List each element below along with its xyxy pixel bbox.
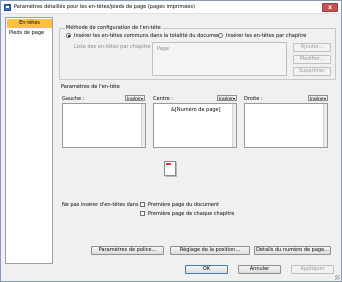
sidebar-item-footers[interactable]: Pieds de page (7, 29, 52, 38)
apply-button[interactable]: Appliquer (291, 265, 334, 274)
position-adjust-button[interactable]: Réglage de la position... (170, 246, 250, 255)
chapter-list[interactable]: Page (152, 42, 287, 76)
left-header-field[interactable] (62, 103, 146, 148)
center-header-text: &[Numéro de page] (171, 107, 221, 113)
close-icon: x (328, 4, 332, 11)
cancel-button[interactable]: Annuler (238, 265, 281, 274)
first-page-chapter-label: Première page de chaque chapitre (148, 211, 235, 217)
insert-left-button[interactable]: Insérer▾ (125, 95, 145, 101)
chapter-list-label: Liste des en-têtes par chapitre : (74, 44, 154, 50)
add-button[interactable]: Ajouter... (293, 43, 331, 52)
center-scrollbar[interactable] (232, 104, 236, 147)
dialog-window: Paramètres détaillés pour les en-têtes/p… (0, 0, 342, 282)
close-button[interactable]: x (322, 3, 338, 12)
config-method-title: Méthode de configuration de l'en-tête (65, 25, 162, 31)
sidebar: En-têtes Pieds de page (5, 17, 53, 264)
first-page-document-label: Première page du document (148, 202, 220, 208)
center-header-field[interactable]: &[Numéro de page] (153, 103, 237, 148)
insert-center-button[interactable]: Insérer▾ (217, 95, 237, 101)
radio-per-chapter[interactable] (218, 33, 223, 38)
chapter-list-item: Page (157, 46, 170, 52)
font-settings-button[interactable]: Paramètres de police... (91, 246, 164, 255)
center-label: Centre : (153, 96, 173, 102)
page-preview-icon (164, 161, 176, 176)
no-insert-label: Ne pas insérer d'en-têtes dans (62, 202, 139, 208)
delete-button[interactable]: Supprimer (293, 67, 331, 76)
radio-common-headers[interactable] (66, 33, 71, 38)
radio-common-label: Insérer les en-têtes communs dans la tot… (74, 33, 223, 39)
left-label: Gauche : (62, 96, 85, 102)
ok-button[interactable]: OK (185, 265, 228, 274)
edit-button[interactable]: Modifier... (293, 55, 331, 64)
radio-per-chapter-label: Insérer les en-têtes par chapitre (226, 33, 307, 39)
first-page-document-checkbox[interactable] (140, 202, 145, 207)
left-scrollbar[interactable] (141, 104, 145, 147)
sidebar-item-headers[interactable]: En-têtes (7, 19, 52, 28)
right-header-field[interactable] (244, 103, 328, 148)
window-title: Paramètres détaillés pour les en-têtes/p… (14, 4, 195, 10)
app-icon (4, 4, 11, 11)
right-scrollbar[interactable] (323, 104, 327, 147)
insert-right-button[interactable]: Insérer▾ (308, 95, 328, 101)
page-number-details-button[interactable]: Détails du numéro de page... (254, 246, 331, 255)
first-page-chapter-checkbox[interactable] (140, 211, 145, 216)
right-label: Droite : (244, 96, 263, 102)
title-bar[interactable]: Paramètres détaillés pour les en-têtes/p… (1, 1, 341, 14)
resize-grip-icon[interactable] (335, 275, 340, 280)
